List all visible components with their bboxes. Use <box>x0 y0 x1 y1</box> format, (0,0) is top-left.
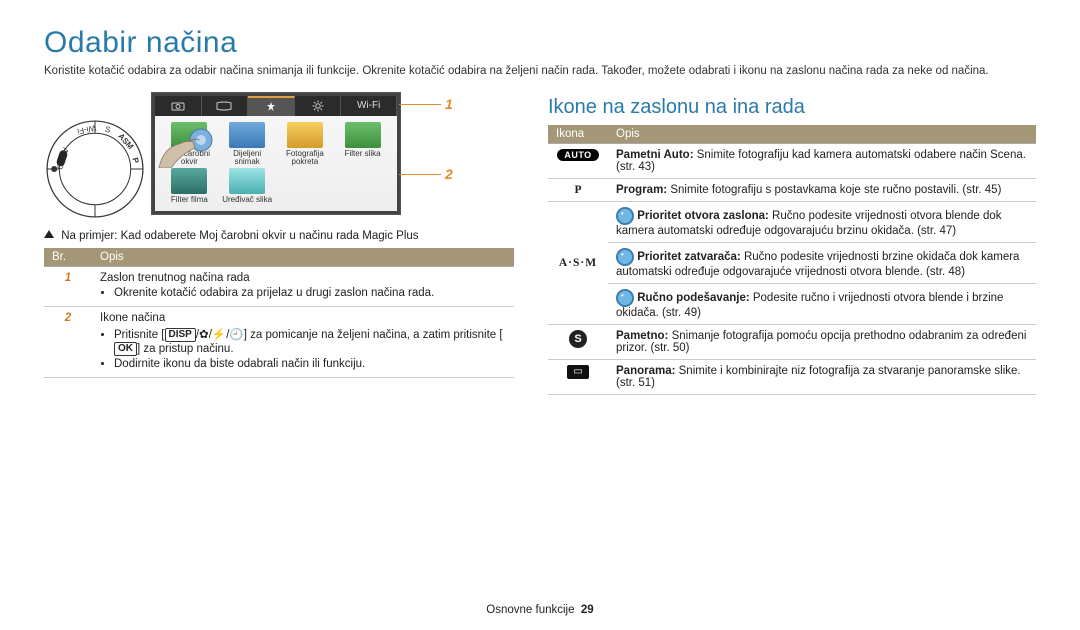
callout-table: Br. Opis 1 Zaslon trenutnog načina rada … <box>44 248 514 378</box>
row-index: 1 <box>65 272 71 284</box>
table-row: P Program: Snimite fotografiju s postavk… <box>548 178 1036 201</box>
tab-gear-icon <box>295 96 342 116</box>
right-column: Ikone na zaslonu na ina rada Ikona Opis … <box>548 92 1036 395</box>
table-row: 2 Ikone načina Pritisnite [DISP/✿/⚡/🕘] z… <box>44 306 514 377</box>
tile-label: Fotografija pokreta <box>279 150 332 167</box>
footer-section-label: Osnovne funkcije <box>486 604 574 616</box>
intro-paragraph: Koristite kotačić odabira za odabir nači… <box>44 64 1036 80</box>
row-lead: Prioritet zatvarača: <box>637 251 741 263</box>
page-footer: Osnovne funkcije 29 <box>0 604 1080 616</box>
row-bullet: Dodirnite ikonu da biste odabrali način … <box>114 358 506 370</box>
flash-icon-glyph: /⚡ <box>209 329 227 341</box>
smart-scene-icon: S <box>569 330 587 348</box>
program-mode-icon: P <box>574 184 581 196</box>
auto-mode-icon: AUTO <box>557 149 598 161</box>
disp-key-icon: DISP <box>165 328 196 342</box>
tab-magic-icon <box>248 96 295 116</box>
left-column: S ASM P AUTO Wi-Fi 1 2 <box>44 92 514 395</box>
pointing-hand-icon <box>157 128 217 168</box>
table-row: ▭ Panorama: Snimite i kombinirajte niz f… <box>548 359 1036 394</box>
callout-2-label: 2 <box>445 166 453 182</box>
callout-1-label: 1 <box>445 96 453 112</box>
row-title: Ikone načina <box>100 312 165 324</box>
tab-wifi-label: Wi-Fi <box>341 96 397 116</box>
row-lead: Panorama: <box>616 365 675 377</box>
row-lead: Ručno podešavanje: <box>637 292 749 304</box>
ok-key-icon: OK <box>114 342 137 356</box>
row-lead: Program: <box>616 184 667 196</box>
triangle-up-icon <box>44 230 54 238</box>
screen-tile: Dijeljeni snimak <box>221 122 274 167</box>
timer-icon-glyph: /🕘 <box>226 329 244 341</box>
flower-macro-icon: /✿ <box>196 329 209 341</box>
row-title: Zaslon trenutnog načina rada <box>100 272 250 284</box>
col-header-desc: Opis <box>608 125 1036 144</box>
table-row: S Pametno: Snimanje fotografija pomoću o… <box>548 324 1036 359</box>
tab-camera-icon <box>155 96 202 116</box>
row-text: Snimite i kombinirajte niz fotografija z… <box>616 365 1021 389</box>
table-row: A·S·M Prioritet otvora zaslona: Ručno po… <box>548 201 1036 242</box>
screen-tile: Filter filma <box>163 168 216 204</box>
col-header-num: Br. <box>44 248 92 267</box>
text-fragment: ] za pomicanje na željeni načina, a zati… <box>244 329 503 341</box>
table-row: Ručno podešavanje: Podesite ručno i vrij… <box>548 283 1036 324</box>
tile-label: Dijeljeni snimak <box>221 150 274 167</box>
tile-label: Filter filma <box>171 196 208 204</box>
screen-illustration: 1 2 <box>151 92 401 215</box>
example-note-text: Na primjer: Kad odaberete Moj čarobni ok… <box>61 230 418 242</box>
table-row: Prioritet zatvarača: Ručno podesite vrij… <box>548 242 1036 283</box>
panorama-mode-icon: ▭ <box>567 365 589 379</box>
section-subheading: Ikone na zaslonu na ina rada <box>548 96 1036 119</box>
screen-tile: Uređivač slika <box>221 168 274 204</box>
row-text: Snimanje fotografija pomoću opcija preth… <box>616 330 1026 354</box>
shutter-priority-icon <box>616 248 634 266</box>
row-lead: Pametno: <box>616 330 668 342</box>
mode-dial-illustration: S ASM P AUTO Wi-Fi <box>44 118 146 220</box>
tile-label: Uređivač slika <box>222 196 272 204</box>
table-row: AUTO Pametni Auto: Snimite fotografiju k… <box>548 143 1036 178</box>
row-lead: Pametni Auto: <box>616 149 694 161</box>
row-text: Snimite fotografiju s postavkama koje st… <box>667 184 1001 196</box>
text-fragment: ] za pristup načinu. <box>137 343 234 355</box>
screen-tile: Fotografija pokreta <box>279 122 332 167</box>
footer-page-number: 29 <box>581 604 594 616</box>
row-lead: Prioritet otvora zaslona: <box>637 210 769 222</box>
screen-tile: Filter slika <box>336 122 389 167</box>
asm-mode-icon: A·S·M <box>559 257 597 269</box>
page-title: Odabir načina <box>44 26 1036 60</box>
aperture-priority-icon <box>616 207 634 225</box>
example-note: Na primjer: Kad odaberete Moj čarobni ok… <box>44 230 514 242</box>
col-header-desc: Opis <box>92 248 514 267</box>
text-fragment: Pritisnite [ <box>114 329 165 341</box>
row-index: 2 <box>65 312 71 324</box>
table-row: 1 Zaslon trenutnog načina rada Okrenite … <box>44 266 514 306</box>
row-bullet: Okrenite kotačić odabira za prijelaz u d… <box>114 287 506 299</box>
screen-tabbar: Wi-Fi <box>155 96 397 116</box>
manual-mode-icon <box>616 289 634 307</box>
row-bullet: Pritisnite [DISP/✿/⚡/🕘] za pomicanje na … <box>114 327 506 356</box>
mode-icon-table: Ikona Opis AUTO Pametni Auto: Snimite fo… <box>548 125 1036 395</box>
col-header-icon: Ikona <box>548 125 608 144</box>
tile-label: Filter slika <box>345 150 381 158</box>
tab-panorama-icon <box>202 96 249 116</box>
